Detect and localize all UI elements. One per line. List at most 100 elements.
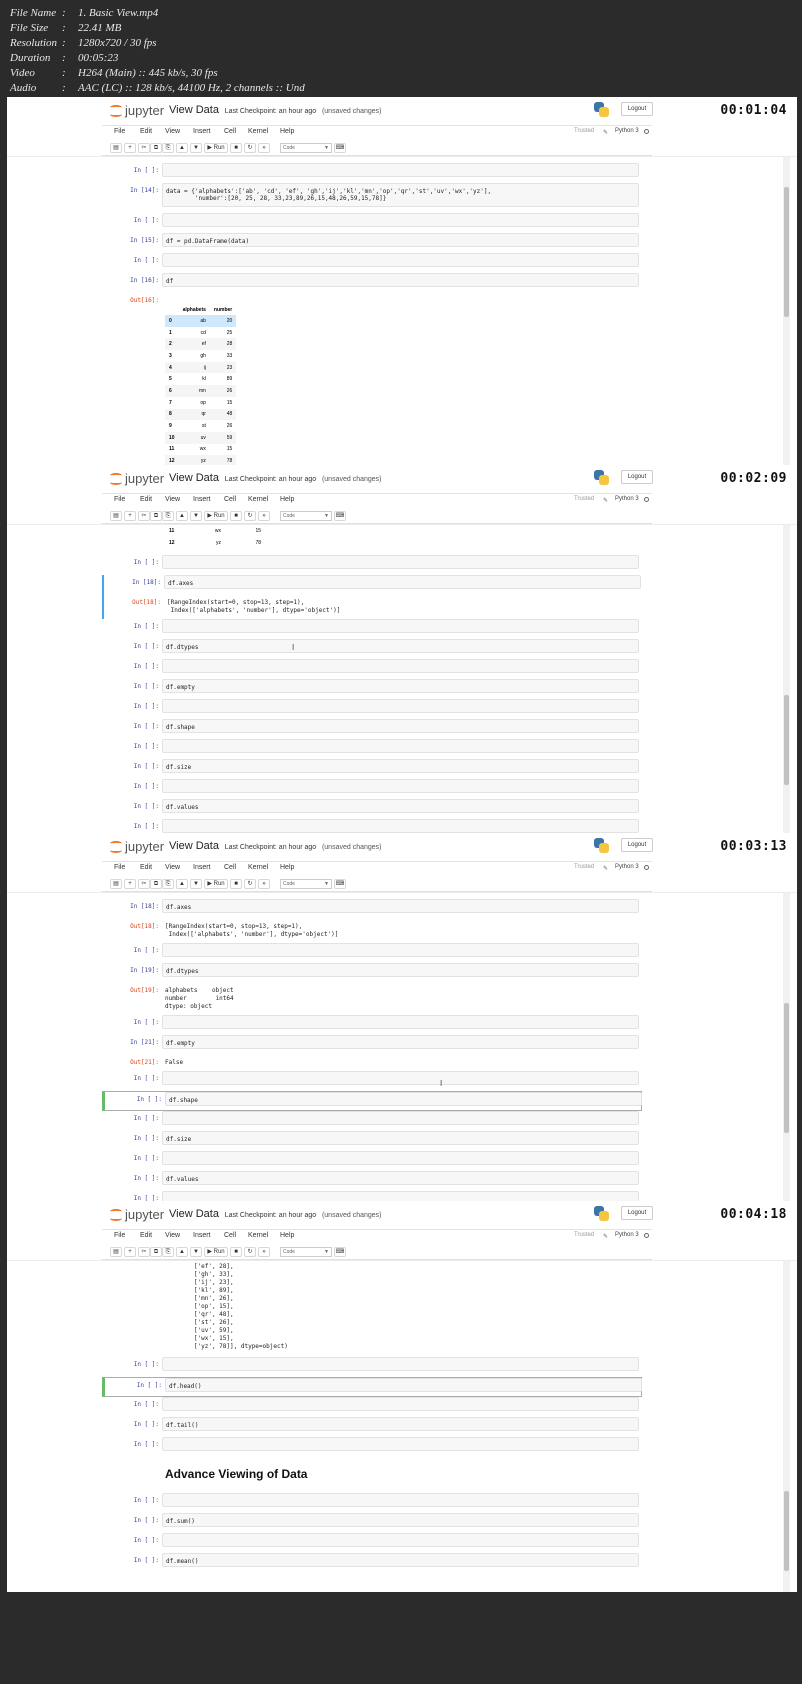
- code-input[interactable]: [162, 1151, 639, 1165]
- menu-edit[interactable]: Edit: [140, 496, 152, 503]
- code-input[interactable]: [162, 699, 639, 713]
- restart-button[interactable]: ↻: [244, 511, 256, 521]
- menu-help[interactable]: Help: [280, 128, 294, 135]
- up-button[interactable]: ▲: [176, 879, 188, 889]
- code-input[interactable]: df.axes: [164, 575, 641, 589]
- plus-button[interactable]: +: [124, 879, 136, 889]
- run-button[interactable]: ▶ Run: [204, 143, 228, 153]
- logout-button[interactable]: Logout: [621, 470, 653, 484]
- save-button[interactable]: ▤: [110, 143, 122, 153]
- scrollbar-thumb[interactable]: [784, 695, 789, 785]
- notebook-cell[interactable]: In [ ]:: [102, 213, 642, 233]
- menu-kernel[interactable]: Kernel: [248, 496, 268, 503]
- trusted-indicator[interactable]: Trusted: [574, 864, 594, 870]
- notebook-cell[interactable]: In [ ]: df.size: [102, 759, 642, 779]
- paste-button[interactable]: ⎘: [162, 511, 174, 521]
- notebook-cell[interactable]: In [ ]:: [102, 1493, 642, 1513]
- menu-kernel[interactable]: Kernel: [248, 128, 268, 135]
- cell-type-select[interactable]: Code ▼: [280, 879, 332, 889]
- jupyter-logo[interactable]: jupyter: [110, 1207, 164, 1222]
- notebook-cell[interactable]: In [ ]: df.shape: [102, 719, 642, 739]
- notebook-cell[interactable]: In [ ]:: [102, 739, 642, 759]
- notebook-cell[interactable]: In [14]: data = {'alphabets':['ab', 'cd',…: [102, 183, 642, 213]
- notebook-cell[interactable]: In [16]: df: [102, 273, 642, 293]
- notebook-cell[interactable]: In [ ]:: [102, 1533, 642, 1553]
- cut-button[interactable]: ✂: [138, 879, 150, 889]
- trusted-indicator[interactable]: Trusted: [574, 1232, 594, 1238]
- menu-view[interactable]: View: [165, 128, 180, 135]
- menu-cell[interactable]: Cell: [224, 864, 236, 871]
- menu-file[interactable]: File: [114, 1232, 125, 1239]
- pencil-icon[interactable]: ✎: [603, 865, 608, 872]
- jupyter-logo[interactable]: jupyter: [110, 839, 164, 854]
- stop-button[interactable]: ■: [230, 1247, 242, 1257]
- code-input[interactable]: df.empty: [162, 679, 639, 693]
- code-input[interactable]: [162, 1533, 639, 1547]
- notebook-cell[interactable]: In [ ]: df.shape: [102, 1091, 642, 1111]
- scrollbar-thumb[interactable]: [784, 1003, 789, 1133]
- notebook-cell[interactable]: In [18]: df.axes: [102, 899, 642, 919]
- code-input[interactable]: df.dtypes: [162, 639, 639, 653]
- code-input[interactable]: df = pd.DataFrame(data): [162, 233, 639, 247]
- plus-button[interactable]: +: [124, 143, 136, 153]
- menu-help[interactable]: Help: [280, 496, 294, 503]
- keyboard-button[interactable]: ⌨: [334, 1247, 346, 1257]
- trusted-indicator[interactable]: Trusted: [574, 128, 594, 134]
- menu-cell[interactable]: Cell: [224, 1232, 236, 1239]
- menu-kernel[interactable]: Kernel: [248, 864, 268, 871]
- notebook-name[interactable]: View Data: [169, 472, 219, 484]
- stop-button[interactable]: ■: [230, 879, 242, 889]
- scrollbar-thumb[interactable]: [784, 1491, 789, 1571]
- stop-button[interactable]: ■: [230, 511, 242, 521]
- restart-button[interactable]: ↻: [244, 1247, 256, 1257]
- code-input[interactable]: df.tail(): [162, 1417, 639, 1431]
- down-button[interactable]: ▼: [190, 879, 202, 889]
- menu-edit[interactable]: Edit: [140, 864, 152, 871]
- code-input[interactable]: [162, 943, 639, 957]
- up-button[interactable]: ▲: [176, 511, 188, 521]
- notebook-cell[interactable]: In [ ]: df.dtypes: [102, 639, 642, 659]
- menu-file[interactable]: File: [114, 128, 125, 135]
- down-button[interactable]: ▼: [190, 511, 202, 521]
- scrollbar[interactable]: [783, 1261, 790, 1592]
- pencil-icon[interactable]: ✎: [603, 1233, 608, 1240]
- code-input[interactable]: [162, 819, 639, 833]
- notebook-cell[interactable]: In [ ]: df.values: [102, 1171, 642, 1191]
- pencil-icon[interactable]: ✎: [603, 497, 608, 504]
- notebook-name[interactable]: View Data: [169, 840, 219, 852]
- code-input[interactable]: df.values: [162, 1171, 639, 1185]
- code-input[interactable]: [162, 659, 639, 673]
- notebook-cell[interactable]: In [ ]:: [102, 163, 642, 183]
- notebook-cell[interactable]: In [ ]:: [102, 779, 642, 799]
- scrollbar[interactable]: [783, 893, 790, 1224]
- keyboard-button[interactable]: ⌨: [334, 511, 346, 521]
- up-button[interactable]: ▲: [176, 143, 188, 153]
- copy-button[interactable]: ⧉: [150, 511, 162, 521]
- code-input[interactable]: [162, 1397, 639, 1411]
- code-input[interactable]: df.axes: [162, 899, 639, 913]
- notebook-cell[interactable]: In [ ]: df.size: [102, 1131, 642, 1151]
- menu-edit[interactable]: Edit: [140, 1232, 152, 1239]
- notebook-cell[interactable]: In [ ]: df.sum(): [102, 1513, 642, 1533]
- notebook-cell[interactable]: In [21]: df.empty: [102, 1035, 642, 1055]
- logout-button[interactable]: Logout: [621, 1206, 653, 1220]
- run-button[interactable]: ▶ Run: [204, 879, 228, 889]
- cell-type-select[interactable]: Code ▼: [280, 143, 332, 153]
- cut-button[interactable]: ✂: [138, 511, 150, 521]
- code-input[interactable]: [162, 555, 639, 569]
- copy-button[interactable]: ⧉: [150, 143, 162, 153]
- code-input[interactable]: df.shape: [165, 1092, 642, 1106]
- run-button[interactable]: ▶ Run: [204, 1247, 228, 1257]
- menu-cell[interactable]: Cell: [224, 128, 236, 135]
- fast-forward-button[interactable]: »: [258, 879, 270, 889]
- menu-insert[interactable]: Insert: [193, 128, 211, 135]
- code-input[interactable]: [162, 779, 639, 793]
- notebook-cell[interactable]: In [ ]:: [102, 555, 642, 575]
- cell-type-select[interactable]: Code ▼: [280, 511, 332, 521]
- paste-button[interactable]: ⎘: [162, 143, 174, 153]
- run-button[interactable]: ▶ Run: [204, 511, 228, 521]
- menu-view[interactable]: View: [165, 1232, 180, 1239]
- code-input[interactable]: df.mean(): [162, 1553, 639, 1567]
- cell-type-select[interactable]: Code ▼: [280, 1247, 332, 1257]
- fast-forward-button[interactable]: »: [258, 1247, 270, 1257]
